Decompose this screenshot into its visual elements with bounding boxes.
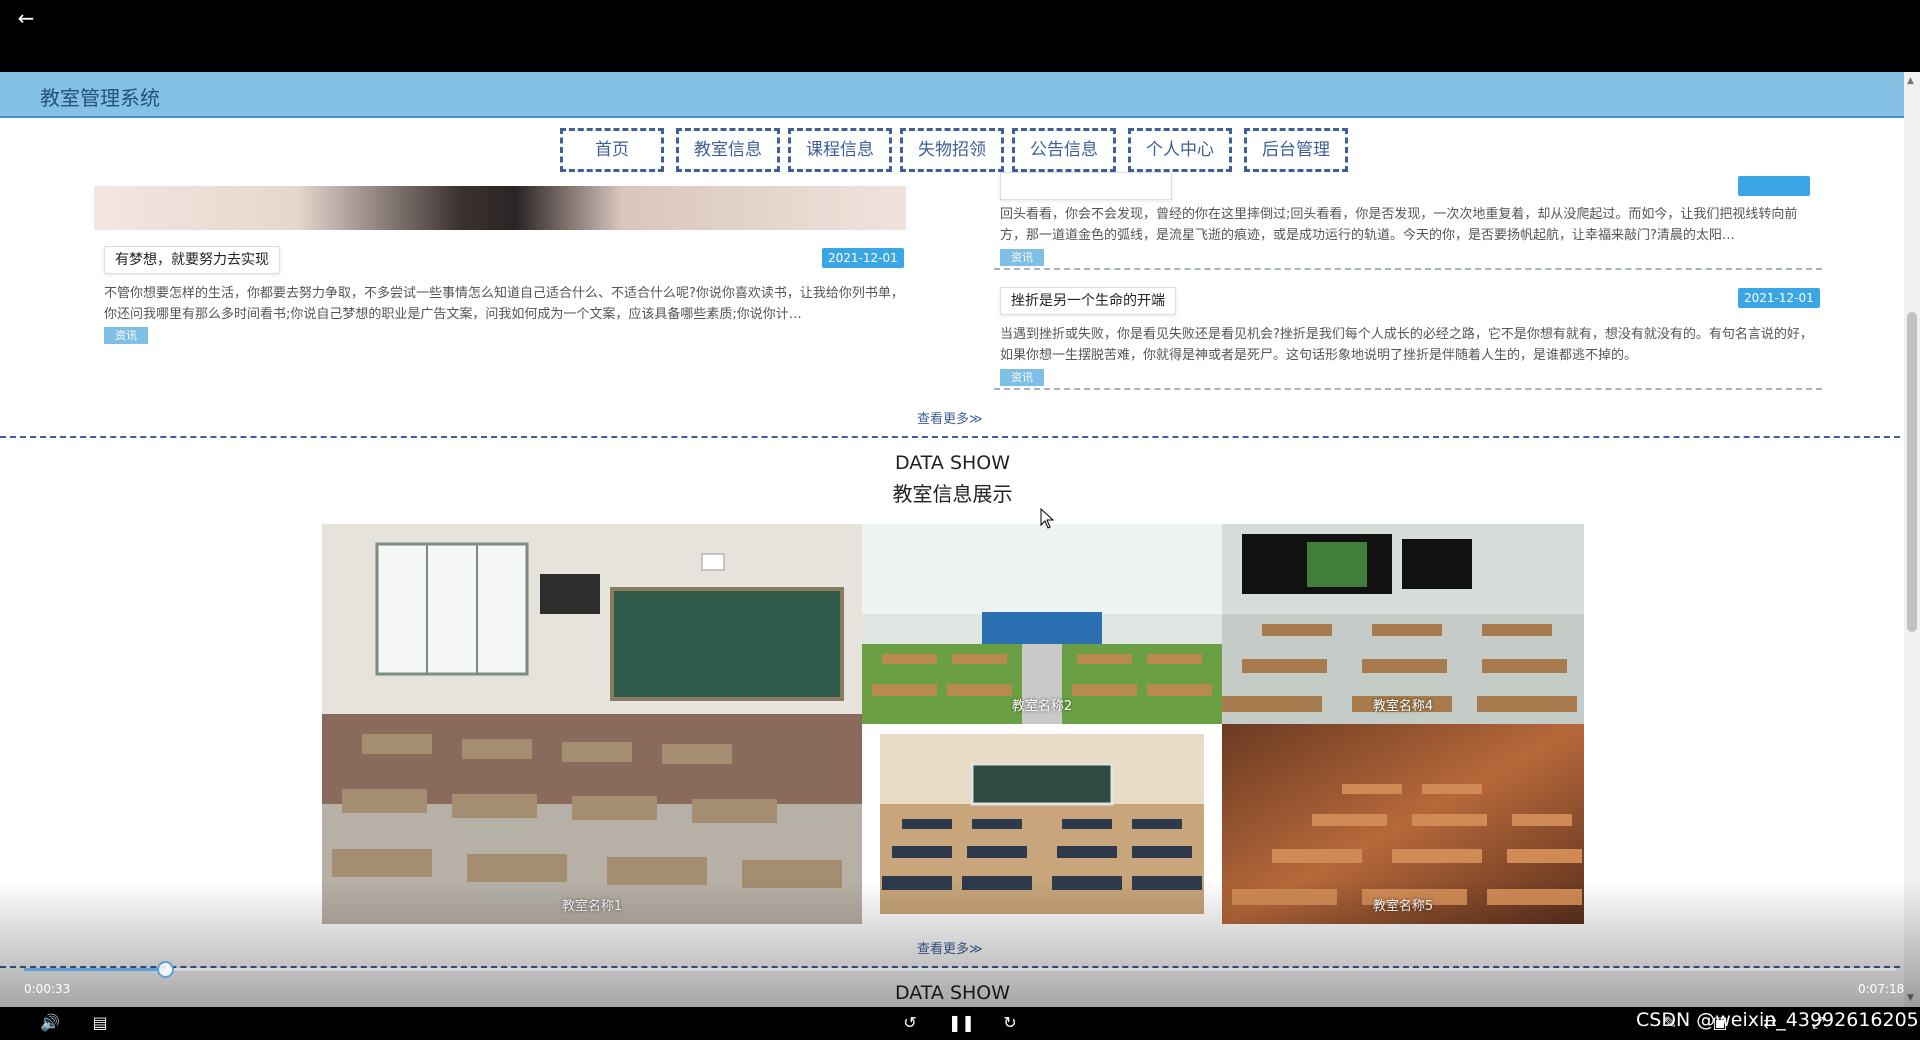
mouse-cursor-icon: [1040, 508, 1055, 529]
news-tag: 资讯: [1000, 249, 1044, 266]
video-progress-handle[interactable]: [156, 961, 174, 978]
classroom-photo: [322, 524, 862, 924]
classroom-photo: [1222, 724, 1584, 924]
news-tag: 资讯: [104, 327, 148, 344]
site-header: 教室管理系统: [0, 72, 1920, 118]
forward-30-icon[interactable]: ↻: [996, 1012, 1024, 1034]
classroom-photo: [880, 734, 1204, 914]
video-progress-fill: [24, 968, 165, 971]
news-summary: 当遇到挫折或失败，你是看见失败还是看见机会?挫折是我们每个人成长的必经之路，它不…: [1000, 327, 1813, 363]
nav-bar: 首页 教室信息 课程信息 失物招领 公告信息 个人中心 后台管理: [0, 118, 1900, 186]
scroll-down-icon[interactable]: ▼: [1907, 993, 1914, 1003]
classroom-name: 教室名称2: [1011, 699, 1073, 714]
classroom-name: 教室名称4: [1372, 699, 1434, 714]
scroll-thumb[interactable]: [1907, 312, 1917, 632]
news-date-badge: 2021-12-01: [822, 248, 904, 268]
news-divider: [994, 268, 1822, 270]
page-scrollbar[interactable]: ▲ ▼: [1904, 72, 1920, 1007]
news-date-badge: [1738, 176, 1810, 196]
data-show-subheading: 教室信息展示: [892, 482, 1013, 506]
classroom-card-5[interactable]: 教室名称5: [1222, 724, 1584, 924]
subtitles-icon[interactable]: ▤: [86, 1012, 114, 1034]
news-title[interactable]: 有梦想，就要努力去实现: [104, 246, 280, 274]
pause-icon[interactable]: ❚❚: [948, 1012, 975, 1034]
video-progress-bar[interactable]: [24, 961, 1896, 978]
nav-item-personal-center[interactable]: 个人中心: [1128, 128, 1232, 172]
news-date-badge: 2021-12-01: [1738, 288, 1820, 308]
classroom-card-4[interactable]: [862, 724, 1222, 924]
back-arrow-icon[interactable]: ←: [12, 4, 40, 32]
scroll-up-icon[interactable]: ▲: [1907, 76, 1914, 86]
screen: ← 教室管理系统 首页 教室信息 课程信息 失物招领 公告信息 个人中心 后台管…: [0, 0, 1920, 1040]
volume-icon[interactable]: 🔊: [36, 1012, 64, 1034]
current-time: 0:00:33: [24, 982, 71, 996]
classroom-name: 教室名称1: [561, 899, 623, 914]
classroom-card-2[interactable]: 教室名称2: [862, 524, 1222, 724]
total-time: 0:07:18: [1858, 982, 1905, 996]
classroom-card-1[interactable]: 教室名称1: [322, 524, 862, 924]
news-summary: 回头看看，你会不会发现，曾经的你在这里摔倒过;回头看看，你是否发现，一次次地重复…: [1000, 207, 1798, 243]
nav-item-lost-found[interactable]: 失物招领: [900, 128, 1004, 172]
watermark: CSDN @weixin_43992616205: [1636, 1009, 1919, 1031]
data-show-heading-next: DATA SHOW: [894, 982, 1011, 1004]
nav-item-classroom-info[interactable]: 教室信息: [676, 128, 780, 172]
data-show-heading: DATA SHOW: [894, 452, 1011, 474]
news-summary: 不管你想要怎样的生活，你都要去努力争取，不多尝试一些事情怎么知道自己适合什么、不…: [104, 286, 904, 322]
news-image[interactable]: [94, 186, 906, 230]
top-bar: ←: [0, 0, 1920, 72]
news-more-link[interactable]: 查看更多≫: [917, 408, 983, 427]
classroom-card-3[interactable]: 教室名称4: [1222, 524, 1584, 724]
nav-item-admin[interactable]: 后台管理: [1244, 128, 1348, 172]
news-title[interactable]: [1000, 172, 1172, 200]
nav-item-course-info[interactable]: 课程信息: [788, 128, 892, 172]
classroom-photo: [1222, 524, 1584, 724]
news-tag: 资讯: [1000, 369, 1044, 386]
news-title[interactable]: 挫折是另一个生命的开端: [1000, 287, 1176, 315]
gallery-more-link[interactable]: 查看更多≫: [917, 938, 983, 957]
nav-item-home[interactable]: 首页: [560, 128, 664, 172]
site-title: 教室管理系统: [40, 86, 160, 110]
web-page: 教室管理系统 首页 教室信息 课程信息 失物招领 公告信息 个人中心 后台管理 …: [0, 72, 1920, 1007]
rewind-10-icon[interactable]: ↺: [896, 1012, 924, 1034]
news-divider: [994, 388, 1822, 390]
classroom-name: 教室名称5: [1372, 899, 1434, 914]
classroom-photo: [862, 524, 1222, 724]
section-divider: [0, 436, 1920, 438]
nav-item-announcements[interactable]: 公告信息: [1012, 128, 1116, 172]
